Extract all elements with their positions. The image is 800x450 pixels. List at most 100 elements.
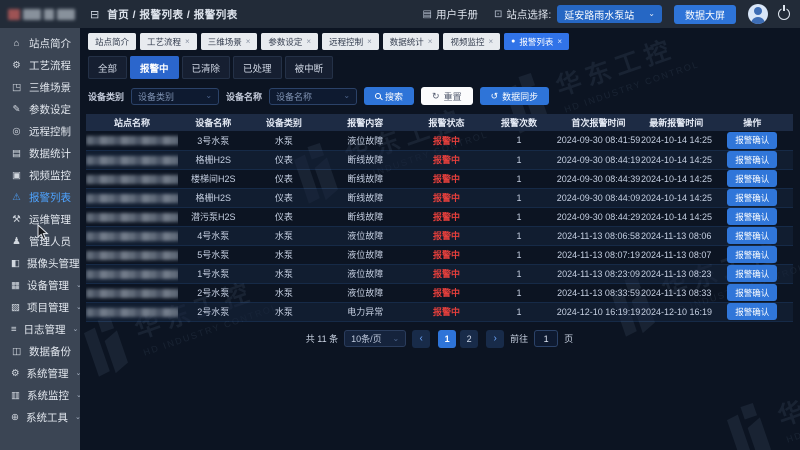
close-icon[interactable]: ×	[367, 37, 372, 46]
category-cell: 水泵	[249, 226, 320, 245]
action-cell: 报警确认	[712, 188, 793, 207]
project-icon: ▧	[11, 302, 20, 313]
first-time-cell: 2024-11-13 08:07:19	[556, 245, 641, 264]
tab-chip[interactable]: 远程控制×	[322, 33, 379, 50]
sidebar-item-remote[interactable]: ◎远程控制	[0, 120, 80, 142]
category-select[interactable]: 设备类别 ⌄	[131, 88, 219, 105]
main-content: 华东工控HD INDUSTRY CONTROL华东工控HD INDUSTRY C…	[80, 28, 800, 450]
tab-chip[interactable]: 工艺流程×	[140, 33, 197, 50]
first-time-cell: 2024-09-30 08:41:59	[556, 131, 641, 150]
alarm-confirm-button[interactable]: 报警确认	[727, 265, 777, 282]
action-cell: 报警确认	[712, 245, 793, 264]
sidebar-item-video[interactable]: ▣视频监控	[0, 164, 80, 186]
tab-chip-label: 视频监控	[450, 36, 484, 48]
sidebar-item-sysmon[interactable]: ▥系统监控⌄	[0, 384, 80, 406]
count-cell: 1	[482, 264, 556, 283]
alarm-confirm-button[interactable]: 报警确认	[727, 170, 777, 187]
sysmgmt-icon: ⚙	[11, 368, 20, 379]
station-name-redacted	[86, 156, 178, 165]
alarm-confirm-button[interactable]: 报警确认	[727, 132, 777, 149]
prev-page-button[interactable]: ‹	[412, 330, 430, 348]
sidebar-item-label: 项目管理	[27, 300, 69, 315]
status-tab[interactable]: 全部	[88, 56, 127, 79]
sidebar-item-device[interactable]: ▦设备管理⌄	[0, 274, 80, 296]
alarm-confirm-button[interactable]: 报警确认	[727, 303, 777, 320]
name-filter-label: 设备名称	[226, 90, 262, 103]
station-name-redacted	[86, 136, 178, 145]
sidebar-item-scene[interactable]: ◳三维场景	[0, 76, 80, 98]
big-screen-button[interactable]: 数据大屏	[674, 5, 736, 24]
sidebar-item-staff[interactable]: ♟管理人员	[0, 230, 80, 252]
sidebar-item-alarm[interactable]: ⚠报警列表	[0, 186, 80, 208]
tab-chip[interactable]: 视频监控 ×	[443, 33, 500, 50]
last-time-cell: 2024-11-13 08:33:59	[641, 283, 712, 302]
name-select-value: 设备名称	[276, 90, 312, 103]
collapse-menu-icon[interactable]: ⊟	[90, 8, 99, 21]
avatar[interactable]	[748, 4, 768, 24]
status-tab[interactable]: 已处理	[233, 56, 282, 79]
tab-chip[interactable]: 站点简介	[88, 33, 136, 50]
category-filter-label: 设备类别	[88, 90, 124, 103]
user-manual-link[interactable]: ▤ 用户手册	[423, 7, 478, 22]
data-sync-button[interactable]: ↺ 数据同步	[480, 87, 550, 105]
sidebar-item-params[interactable]: ✎参数设定	[0, 98, 80, 120]
station-name-redacted	[86, 194, 178, 203]
status-tab[interactable]: 被中断	[285, 56, 334, 79]
tab-chip[interactable]: ●报警列表×	[504, 33, 569, 50]
content-cell: 液位故障	[319, 283, 411, 302]
alarm-confirm-button[interactable]: 报警确认	[727, 189, 777, 206]
tab-chip[interactable]: 参数设定×	[261, 33, 318, 50]
page-size-value: 10条/页	[351, 332, 382, 345]
site-select[interactable]: 延安路雨水泵站 ⌄	[557, 5, 662, 23]
active-dot-icon: ●	[511, 38, 515, 45]
sidebar-item-project[interactable]: ▧项目管理⌄	[0, 296, 80, 318]
station-cell	[86, 207, 178, 226]
logout-power-icon[interactable]	[778, 8, 790, 20]
alarm-confirm-button[interactable]: 报警确认	[727, 227, 777, 244]
status-tab[interactable]: 报警中	[130, 56, 179, 79]
next-page-button[interactable]: ›	[486, 330, 504, 348]
search-icon	[375, 93, 381, 99]
chevron-down-icon: ⌄	[205, 92, 212, 100]
sidebar-item-stats[interactable]: ▤数据统计	[0, 142, 80, 164]
page-button[interactable]: 1	[438, 330, 456, 348]
reset-button[interactable]: ↻ 重置	[421, 87, 473, 105]
alarm-confirm-button[interactable]: 报警确认	[727, 246, 777, 263]
sidebar-item-log[interactable]: ≡日志管理⌄	[0, 318, 80, 340]
table-row: 2号水泵水泵液位故障报警中12024-11-13 08:33:592024-11…	[86, 283, 793, 302]
sidebar-item-systool[interactable]: ⊕系统工具⌄	[0, 406, 80, 428]
goto-page-input[interactable]	[534, 330, 558, 347]
close-icon[interactable]: ×	[306, 37, 311, 46]
close-icon[interactable]: ×	[428, 37, 433, 46]
page-button[interactable]: 2	[460, 330, 478, 348]
tab-chip[interactable]: 数据统计 ×	[383, 33, 440, 50]
sidebar-item-label: 三维场景	[29, 80, 71, 95]
search-button[interactable]: 搜索	[364, 87, 414, 105]
close-icon[interactable]: ×	[488, 37, 493, 46]
page-size-select[interactable]: 10条/页 ⌄	[344, 330, 406, 347]
column-header: 设备名称	[178, 114, 249, 131]
alarm-confirm-button[interactable]: 报警确认	[727, 208, 777, 225]
device-cell: 2号水泵	[178, 302, 249, 321]
close-icon[interactable]: ×	[557, 37, 562, 46]
sidebar-item-label: 日志管理	[24, 322, 66, 337]
sidebar-item-sysmgmt[interactable]: ⚙系统管理⌄	[0, 362, 80, 384]
alarm-confirm-button[interactable]: 报警确认	[727, 284, 777, 301]
content-cell: 液位故障	[319, 264, 411, 283]
sidebar-item-backup[interactable]: ◫数据备份	[0, 340, 80, 362]
category-cell: 仪表	[249, 169, 320, 188]
tab-chip-label: 数据统计	[390, 36, 424, 48]
close-icon[interactable]: ×	[185, 37, 190, 46]
column-header: 报警状态	[411, 114, 482, 131]
table-header-row: 站点名称设备名称设备类别报警内容报警状态报警次数首次报警时间最新报警时间操作	[86, 114, 793, 131]
sidebar-item-flow[interactable]: ⚙工艺流程	[0, 54, 80, 76]
tab-chip[interactable]: 三维场景×	[201, 33, 258, 50]
status-tab[interactable]: 已清除	[182, 56, 231, 79]
staff-icon: ♟	[11, 236, 22, 247]
sidebar-item-ops[interactable]: ⚒运维管理	[0, 208, 80, 230]
close-icon[interactable]: ×	[246, 37, 251, 46]
alarm-confirm-button[interactable]: 报警确认	[727, 151, 777, 168]
name-select[interactable]: 设备名称 ⌄	[269, 88, 357, 105]
sidebar-item-home[interactable]: ⌂站点简介	[0, 32, 80, 54]
sidebar-item-camera[interactable]: ◧摄像头管理⌄	[0, 252, 80, 274]
